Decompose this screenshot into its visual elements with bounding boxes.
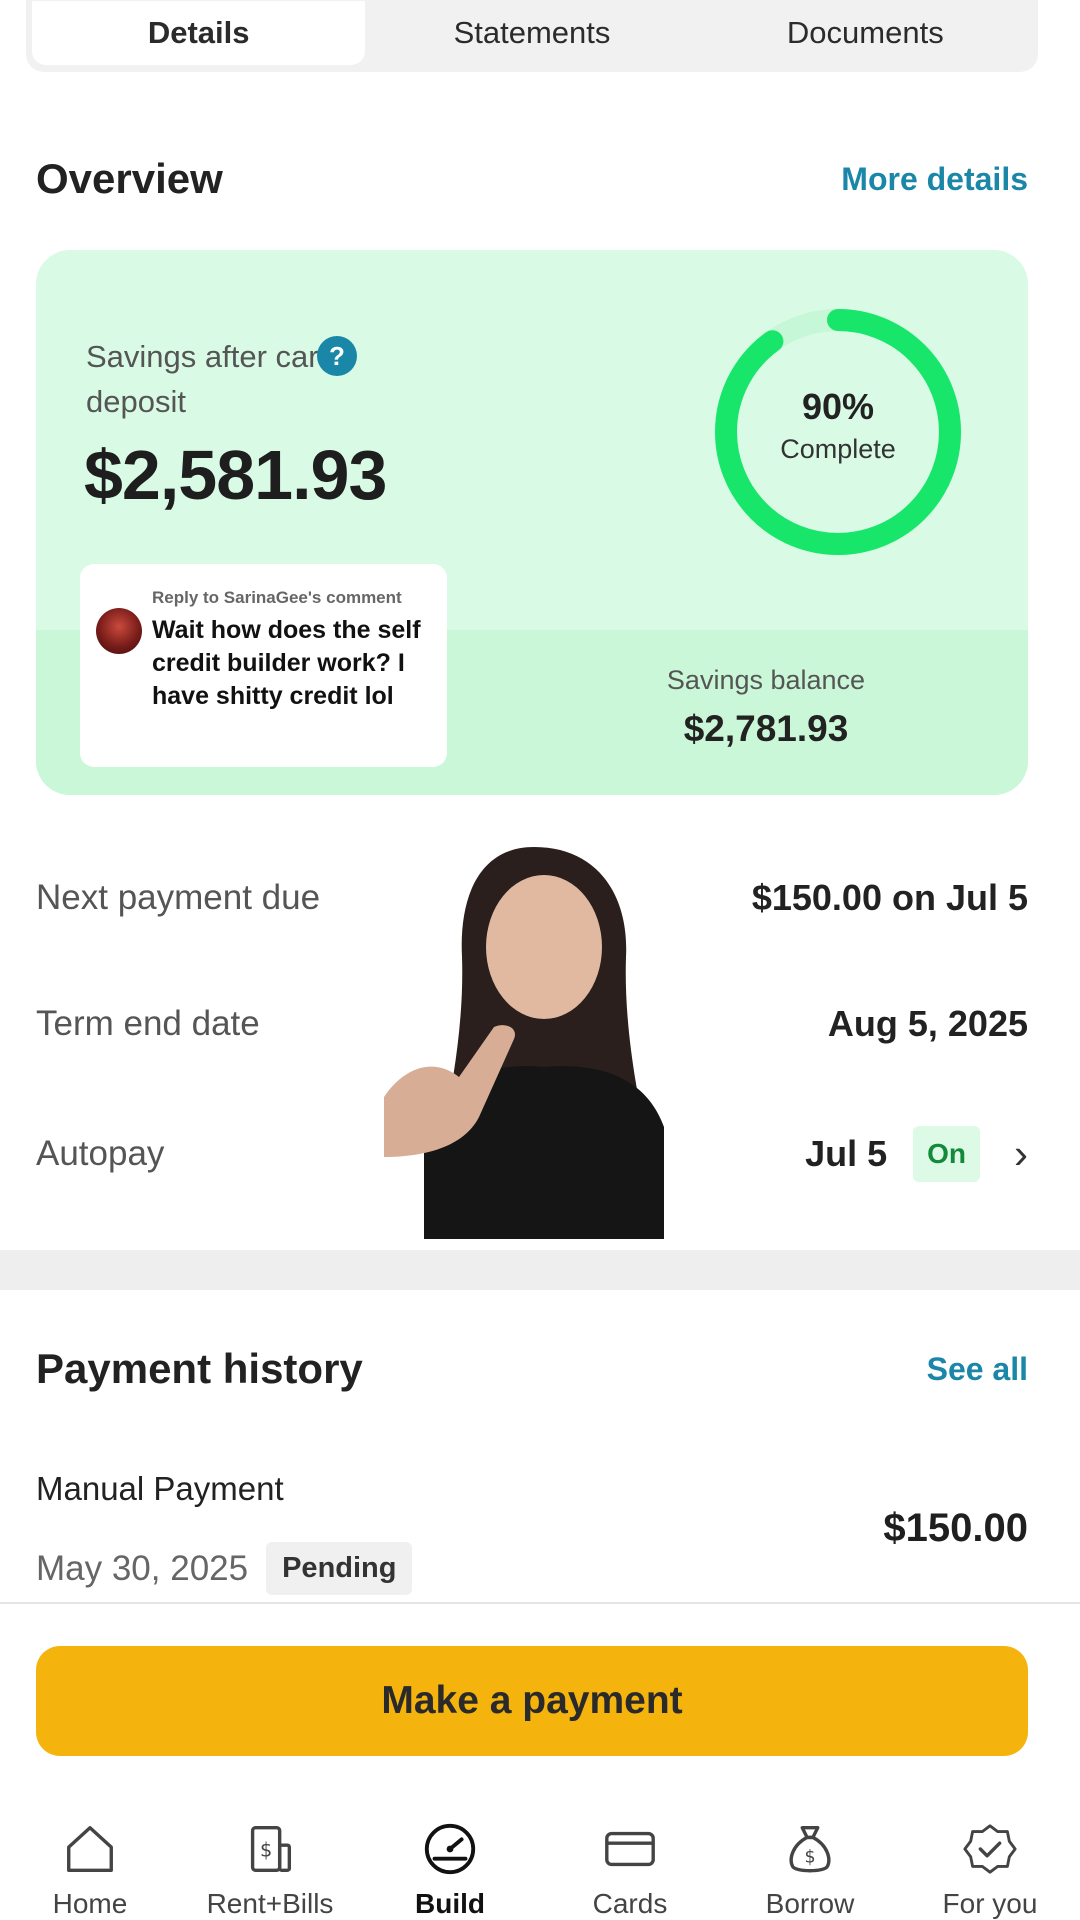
avatar	[96, 608, 142, 654]
next-payment-label: Next payment due	[36, 878, 321, 917]
tab-statements[interactable]: Statements	[365, 1, 698, 65]
nav-label-home: Home	[52, 1888, 128, 1919]
gauge-icon	[424, 1823, 476, 1875]
nav-item-cards[interactable]: Cards	[540, 1820, 720, 1920]
nav-item-home[interactable]: Home	[0, 1820, 180, 1920]
savings-amount: $2,581.93	[84, 436, 387, 514]
progress-sub: Complete	[780, 434, 896, 464]
more-details-link[interactable]: More details	[841, 161, 1028, 198]
nav-label-cards: Cards	[592, 1888, 668, 1919]
see-all-link[interactable]: See all	[927, 1351, 1028, 1388]
bill-icon: $	[250, 1826, 292, 1872]
payment-item-title[interactable]: Manual Payment	[36, 1470, 284, 1508]
payment-item-date: May 30, 2025	[36, 1548, 249, 1588]
comment-reply-label: Reply to SarinaGee's comment	[152, 588, 402, 607]
progress-percent: 90%	[801, 386, 875, 427]
payment-history-title: Payment history	[36, 1345, 363, 1392]
payment-item-meta: May 30, 2025 Pending	[36, 1542, 413, 1595]
progress-text: 90% Complete	[712, 386, 964, 465]
nav-item-build[interactable]: Build	[360, 1820, 540, 1920]
payment-item-amount: $150.00	[883, 1506, 1028, 1550]
section-divider	[0, 1250, 1080, 1290]
term-end-label: Term end date	[36, 1004, 260, 1043]
bottom-nav: Home $ Rent+Bills Build Cards $ Borrow F…	[0, 1820, 1080, 1920]
card-icon	[605, 1831, 655, 1867]
nav-item-borrow[interactable]: $ Borrow	[720, 1820, 900, 1920]
nav-item-rent-bills[interactable]: $ Rent+Bills	[180, 1820, 360, 1920]
help-icon[interactable]: ?	[317, 336, 357, 376]
svg-text:$: $	[260, 1839, 272, 1862]
overview-title: Overview	[36, 155, 223, 202]
payment-history-header: Payment history See all	[36, 1345, 1028, 1393]
nav-label-build: Build	[415, 1888, 485, 1919]
comment-bubble: Reply to SarinaGee's comment Wait how do…	[80, 564, 447, 767]
overview-header: Overview More details	[36, 155, 1028, 203]
badge-check-icon	[963, 1824, 1017, 1874]
savings-balance-value: $2,781.93	[683, 708, 849, 749]
money-bag-icon: $	[789, 1826, 831, 1873]
comment-text: Wait how does the self credit builder wo…	[152, 616, 421, 710]
nav-label-borrow: Borrow	[765, 1888, 855, 1919]
divider	[0, 1602, 1080, 1604]
make-payment-button[interactable]: Make a payment	[36, 1646, 1028, 1756]
autopay-label: Autopay	[36, 1134, 165, 1173]
tab-documents[interactable]: Documents	[699, 1, 1032, 65]
autopay-date: Jul 5	[805, 1133, 888, 1174]
savings-balance-label: Savings balance	[666, 665, 866, 695]
autopay-status-badge: On	[913, 1126, 980, 1182]
person-overlay-image	[384, 847, 664, 1239]
tab-details[interactable]: Details	[32, 1, 366, 65]
next-payment-value: $150.00 on Jul 5	[751, 877, 1028, 918]
tab-bar: Details Statements Documents	[26, 0, 1038, 72]
nav-label-for-you: For you	[942, 1888, 1038, 1919]
home-icon	[67, 1826, 113, 1872]
chevron-right-icon[interactable]: ›	[1014, 1130, 1028, 1178]
term-end-value: Aug 5, 2025	[827, 1003, 1028, 1044]
status-badge: Pending	[266, 1542, 413, 1595]
svg-text:$: $	[804, 1848, 815, 1868]
nav-label-rent-bills: Rent+Bills	[206, 1888, 334, 1919]
nav-item-for-you[interactable]: For you	[900, 1820, 1080, 1920]
autopay-value: Jul 5 On ›	[805, 1126, 1028, 1182]
